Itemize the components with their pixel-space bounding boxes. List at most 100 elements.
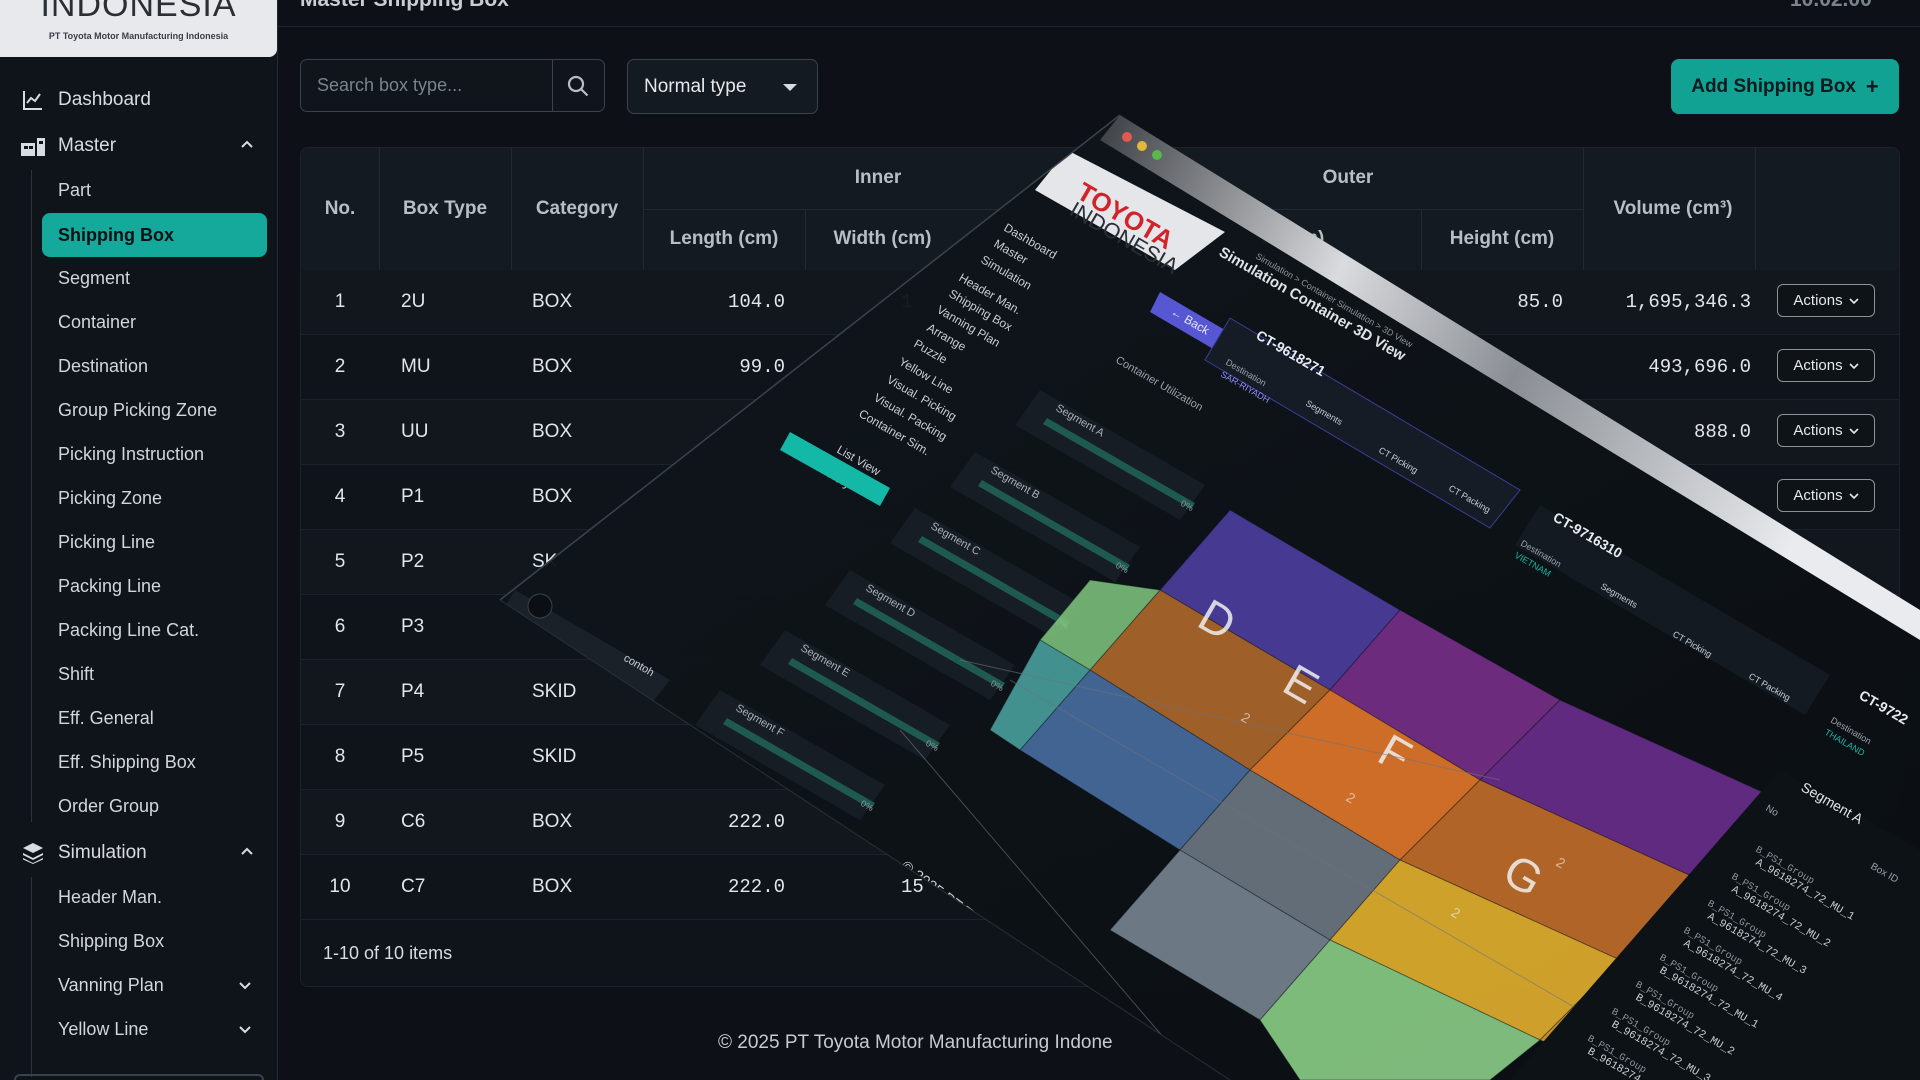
col-outer-height[interactable]: Height (cm) xyxy=(1421,228,1583,250)
sidebar-item-eff-shipping-box[interactable]: Eff. Shipping Box xyxy=(58,742,196,782)
header-clock: 10.02.00 xyxy=(1790,0,1872,12)
cell-category: SKID xyxy=(532,746,577,767)
chevron-down-icon xyxy=(1849,297,1859,304)
table-row: 6 P3 xyxy=(301,595,1899,660)
nav-master[interactable]: Master xyxy=(20,128,253,164)
actions-label: Actions xyxy=(1793,487,1843,504)
table-row: 3 UU BOX 888.0 Actions xyxy=(301,400,1899,465)
sidebar-item-picking-zone[interactable]: Picking Zone xyxy=(58,478,162,518)
cell-category: BOX xyxy=(532,356,573,377)
cell-volume: 493,696.0 xyxy=(1648,356,1751,378)
cell-width: 15 xyxy=(901,876,924,898)
col-inner-width[interactable]: Width (cm) xyxy=(805,228,960,250)
table-row: 10 C7 BOX 222.0 15 xyxy=(301,855,1899,920)
chevron-down-icon[interactable] xyxy=(238,978,252,992)
sidebar-sim-shipping-box[interactable]: Shipping Box xyxy=(58,921,164,961)
sidebar-item-eff-general[interactable]: Eff. General xyxy=(58,698,154,738)
chevron-down-icon[interactable] xyxy=(238,1022,252,1036)
col-inner-length[interactable]: Length (cm) xyxy=(643,228,805,250)
actions-button[interactable]: Actions xyxy=(1777,349,1875,382)
sidebar-item-shift[interactable]: Shift xyxy=(58,654,94,694)
actions-button[interactable]: Actions xyxy=(1777,414,1875,447)
col-category[interactable]: Category xyxy=(511,198,643,220)
cell-length: 222.0 xyxy=(727,811,785,833)
sidebar-item-packing-line[interactable]: Packing Line xyxy=(58,566,161,606)
nav-dashboard-label: Dashboard xyxy=(58,89,151,110)
sidebar-item-order-group[interactable]: Order Group xyxy=(58,786,159,826)
col-volume[interactable]: Volume (cm³) xyxy=(1583,198,1763,220)
master-tree-line xyxy=(31,170,32,822)
col-no[interactable]: No. xyxy=(301,198,379,220)
cell-no: 3 xyxy=(334,421,346,442)
warehouse-icon xyxy=(20,133,46,159)
sidebar-item-shipping-box[interactable]: Shipping Box xyxy=(42,213,267,257)
sidebar-sim-label: Yellow Line xyxy=(58,1018,149,1039)
col-sep xyxy=(511,148,512,270)
col-group-outer: Outer xyxy=(1322,167,1374,188)
actions-label: Actions xyxy=(1793,292,1843,309)
cell-length: 222.0 xyxy=(727,876,785,898)
cell-category: BOX xyxy=(532,486,573,507)
search-divider xyxy=(552,60,553,111)
preview-list-group: B_PS1_Group xyxy=(1585,1034,1648,1077)
nav-master-label: Master xyxy=(58,135,117,156)
sidebar-item-packing-line-cat[interactable]: Packing Line Cat. xyxy=(58,610,199,650)
chevron-down-icon xyxy=(1849,492,1859,499)
chevron-up-icon[interactable] xyxy=(240,138,254,152)
chevron-up-icon[interactable] xyxy=(240,845,254,859)
sidebar: INDONESIA PT Toyota Motor Manufacturing … xyxy=(0,0,278,1080)
actions-button[interactable]: Actions xyxy=(1777,284,1875,317)
actions-label: Actions xyxy=(1793,357,1843,374)
shipping-box-table: No. Box Type Category Inner Outer Length… xyxy=(300,147,1900,987)
sidebar-item-picking-line[interactable]: Picking Line xyxy=(58,522,155,562)
type-select-value: Normal type xyxy=(644,76,747,97)
add-shipping-box-button[interactable]: Add Shipping Box + xyxy=(1671,59,1899,114)
sidebar-item-part[interactable]: Part xyxy=(58,170,91,210)
table-row: 4 P1 BOX Actions xyxy=(301,465,1899,530)
chevron-down-icon xyxy=(1849,427,1859,434)
col-box-type[interactable]: Box Type xyxy=(379,198,511,220)
type-select[interactable]: Normal type xyxy=(627,59,818,114)
window-close-dot xyxy=(1122,132,1132,142)
cell-category: SK xyxy=(532,551,558,572)
sidebar-item-segment[interactable]: Segment xyxy=(58,258,130,298)
cell-category: SKID xyxy=(532,681,577,702)
sidebar-sim-vanning-plan[interactable]: Vanning Plan xyxy=(58,965,251,1005)
header-sep xyxy=(643,209,1583,210)
cell-height: 85.0 xyxy=(1517,291,1563,313)
cell-category: BOX xyxy=(532,421,573,442)
col-outer-width[interactable]: th (cm) xyxy=(1261,228,1381,250)
nav-dashboard[interactable]: Dashboard xyxy=(20,82,151,118)
actions-button[interactable]: Actions xyxy=(1777,479,1875,512)
sidebar-sim-yellow-line[interactable]: Yellow Line xyxy=(58,1009,251,1049)
sidebar-sim-label: Header Man. xyxy=(58,886,163,907)
sidebar-item-group-picking-zone[interactable]: Group Picking Zone xyxy=(58,390,217,430)
col-sep xyxy=(1583,148,1584,270)
search-input[interactable] xyxy=(317,60,547,111)
sidebar-item-picking-instruction[interactable]: Picking Instruction xyxy=(58,434,204,474)
sidebar-sim-label: Vanning Plan xyxy=(58,974,164,995)
cell-category: BOX xyxy=(532,876,573,897)
sidebar-item-destination[interactable]: Destination xyxy=(58,346,148,386)
table-row: 1 2U BOX 104.0 1 85.0 1,695,346.3 Actions xyxy=(301,270,1899,335)
cell-box-type: C6 xyxy=(401,811,426,832)
cell-length: 104.0 xyxy=(727,291,785,313)
layers-icon xyxy=(20,840,46,866)
cell-no: 8 xyxy=(334,746,346,767)
table-row: 7 P4 SKID xyxy=(301,660,1899,725)
search-icon[interactable] xyxy=(567,75,589,97)
cell-box-type: C7 xyxy=(401,876,426,897)
page-title: Master Shipping Box xyxy=(300,0,509,12)
sidebar-user-card[interactable] xyxy=(14,1074,264,1080)
table-row: 5 P2 SK xyxy=(301,530,1899,595)
company-logo[interactable]: INDONESIA PT Toyota Motor Manufacturing … xyxy=(0,0,277,57)
nav-simulation[interactable]: Simulation xyxy=(20,835,253,871)
sidebar-item-container[interactable]: Container xyxy=(58,302,136,342)
nav-simulation-label: Simulation xyxy=(58,842,147,863)
cell-box-type: MU xyxy=(401,356,431,377)
cell-box-type: P3 xyxy=(401,616,425,637)
cell-volume: 888.0 xyxy=(1693,421,1751,443)
table-body: 1 2U BOX 104.0 1 85.0 1,695,346.3 Actions 2 MU BOX… xyxy=(301,270,1899,920)
cell-no: 4 xyxy=(334,486,346,507)
sidebar-sim-header-man[interactable]: Header Man. xyxy=(58,877,162,917)
